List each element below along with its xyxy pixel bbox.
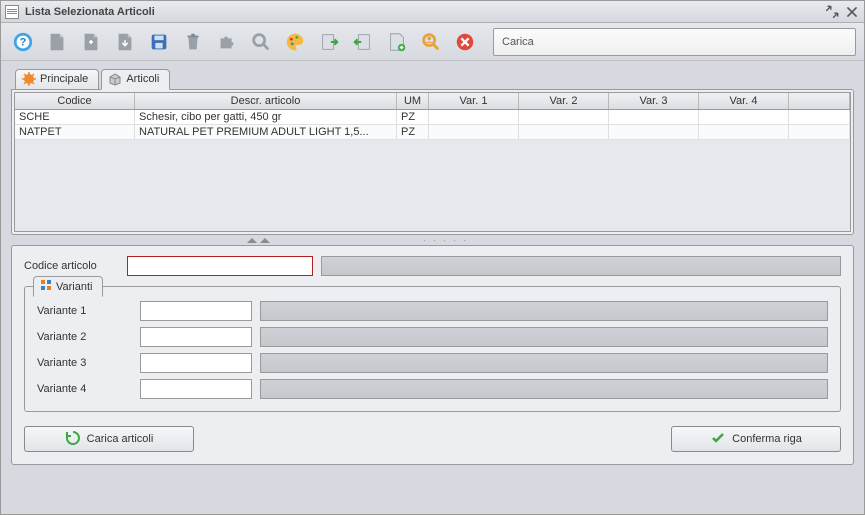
cell-var4: [699, 110, 789, 124]
app-icon: [5, 5, 19, 19]
cell-var2: [519, 110, 609, 124]
variante4-display: [260, 379, 828, 399]
save-icon[interactable]: [145, 28, 173, 56]
table-row[interactable]: NATPET NATURAL PET PREMIUM ADULT LIGHT 1…: [15, 125, 850, 140]
cell-codice: NATPET: [15, 125, 135, 139]
articoli-grid: Codice Descr. articolo UM Var. 1 Var. 2 …: [14, 92, 851, 232]
tab-principale-label: Principale: [40, 73, 88, 85]
tab-articoli[interactable]: Articoli: [101, 69, 170, 90]
variante2-label: Variante 2: [37, 331, 132, 343]
cell-var2: [519, 125, 609, 139]
cell-descr: NATURAL PET PREMIUM ADULT LIGHT 1,5...: [135, 125, 397, 139]
col-var3[interactable]: Var. 3: [609, 93, 699, 109]
tab-principale[interactable]: Principale: [15, 69, 99, 89]
articoli-panel: Codice Descr. articolo UM Var. 1 Var. 2 …: [11, 89, 854, 235]
import-icon[interactable]: [315, 28, 343, 56]
check-icon: [710, 430, 726, 449]
carica-articoli-label: Carica articoli: [87, 433, 154, 445]
close-icon[interactable]: [844, 5, 860, 19]
maximize-icon[interactable]: [824, 5, 840, 19]
refresh-icon: [65, 430, 81, 449]
variante2-display: [260, 327, 828, 347]
new-doc-plus-icon[interactable]: [77, 28, 105, 56]
carica-field[interactable]: Carica: [493, 28, 856, 56]
toolbar: ? Carica: [1, 23, 864, 61]
help-icon[interactable]: ?: [9, 28, 37, 56]
col-var1[interactable]: Var. 1: [429, 93, 519, 109]
col-var2[interactable]: Var. 2: [519, 93, 609, 109]
cell-codice: SCHE: [15, 110, 135, 124]
variante1-display: [260, 301, 828, 321]
tab-bar: Principale Articoli: [11, 69, 854, 89]
cell-var1: [429, 125, 519, 139]
cancel-icon[interactable]: [451, 28, 479, 56]
cell-var3: [609, 125, 699, 139]
variante4-label: Variante 4: [37, 383, 132, 395]
svg-text:?: ?: [20, 36, 27, 48]
tab-varianti[interactable]: Varianti: [33, 276, 103, 297]
variante3-display: [260, 353, 828, 373]
splitter[interactable]: · · · · ·: [11, 235, 854, 245]
codice-articolo-label: Codice articolo: [24, 260, 119, 272]
cell-filler: [789, 110, 850, 124]
cell-filler: [789, 125, 850, 139]
carica-articoli-button[interactable]: Carica articoli: [24, 426, 194, 452]
variante1-input[interactable]: [140, 301, 252, 321]
doc-add-icon[interactable]: [383, 28, 411, 56]
carica-label: Carica: [502, 36, 534, 48]
col-filler: [789, 93, 850, 109]
principale-icon: [22, 72, 36, 86]
varianti-icon: [40, 279, 52, 294]
variante1-label: Variante 1: [37, 305, 132, 317]
puzzle-icon[interactable]: [213, 28, 241, 56]
grid-header: Codice Descr. articolo UM Var. 1 Var. 2 …: [15, 93, 850, 110]
table-row[interactable]: SCHE Schesir, cibo per gatti, 450 gr PZ: [15, 110, 850, 125]
search-icon[interactable]: [247, 28, 275, 56]
codice-articolo-input[interactable]: [127, 256, 313, 276]
palette-icon[interactable]: [281, 28, 309, 56]
variante3-label: Variante 3: [37, 357, 132, 369]
doc-arrow-icon[interactable]: [111, 28, 139, 56]
variante3-input[interactable]: [140, 353, 252, 373]
cell-descr: Schesir, cibo per gatti, 450 gr: [135, 110, 397, 124]
window-title: Lista Selezionata Articoli: [25, 6, 824, 18]
cell-var4: [699, 125, 789, 139]
titlebar: Lista Selezionata Articoli: [1, 1, 864, 23]
cell-um: PZ: [397, 110, 429, 124]
app-window: Lista Selezionata Articoli ? Carica: [0, 0, 865, 515]
conferma-riga-button[interactable]: Conferma riga: [671, 426, 841, 452]
col-descr[interactable]: Descr. articolo: [135, 93, 397, 109]
codice-articolo-display: [321, 256, 841, 276]
cell-var3: [609, 110, 699, 124]
new-doc-icon[interactable]: [43, 28, 71, 56]
delete-icon[interactable]: [179, 28, 207, 56]
varianti-tab-label: Varianti: [56, 281, 92, 293]
cell-um: PZ: [397, 125, 429, 139]
export-icon[interactable]: [349, 28, 377, 56]
tab-articoli-label: Articoli: [126, 73, 159, 85]
variante2-input[interactable]: [140, 327, 252, 347]
conferma-riga-label: Conferma riga: [732, 433, 802, 445]
variante4-input[interactable]: [140, 379, 252, 399]
grid-body[interactable]: SCHE Schesir, cibo per gatti, 450 gr PZ …: [15, 110, 850, 231]
col-var4[interactable]: Var. 4: [699, 93, 789, 109]
find-user-icon[interactable]: [417, 28, 445, 56]
cell-var1: [429, 110, 519, 124]
col-um[interactable]: UM: [397, 93, 429, 109]
col-codice[interactable]: Codice: [15, 93, 135, 109]
varianti-panel: Varianti Variante 1 Variante 2 Variante …: [24, 286, 841, 412]
articoli-icon: [108, 72, 122, 86]
detail-panel: Codice articolo Varianti Variante 1 Vari…: [11, 245, 854, 465]
